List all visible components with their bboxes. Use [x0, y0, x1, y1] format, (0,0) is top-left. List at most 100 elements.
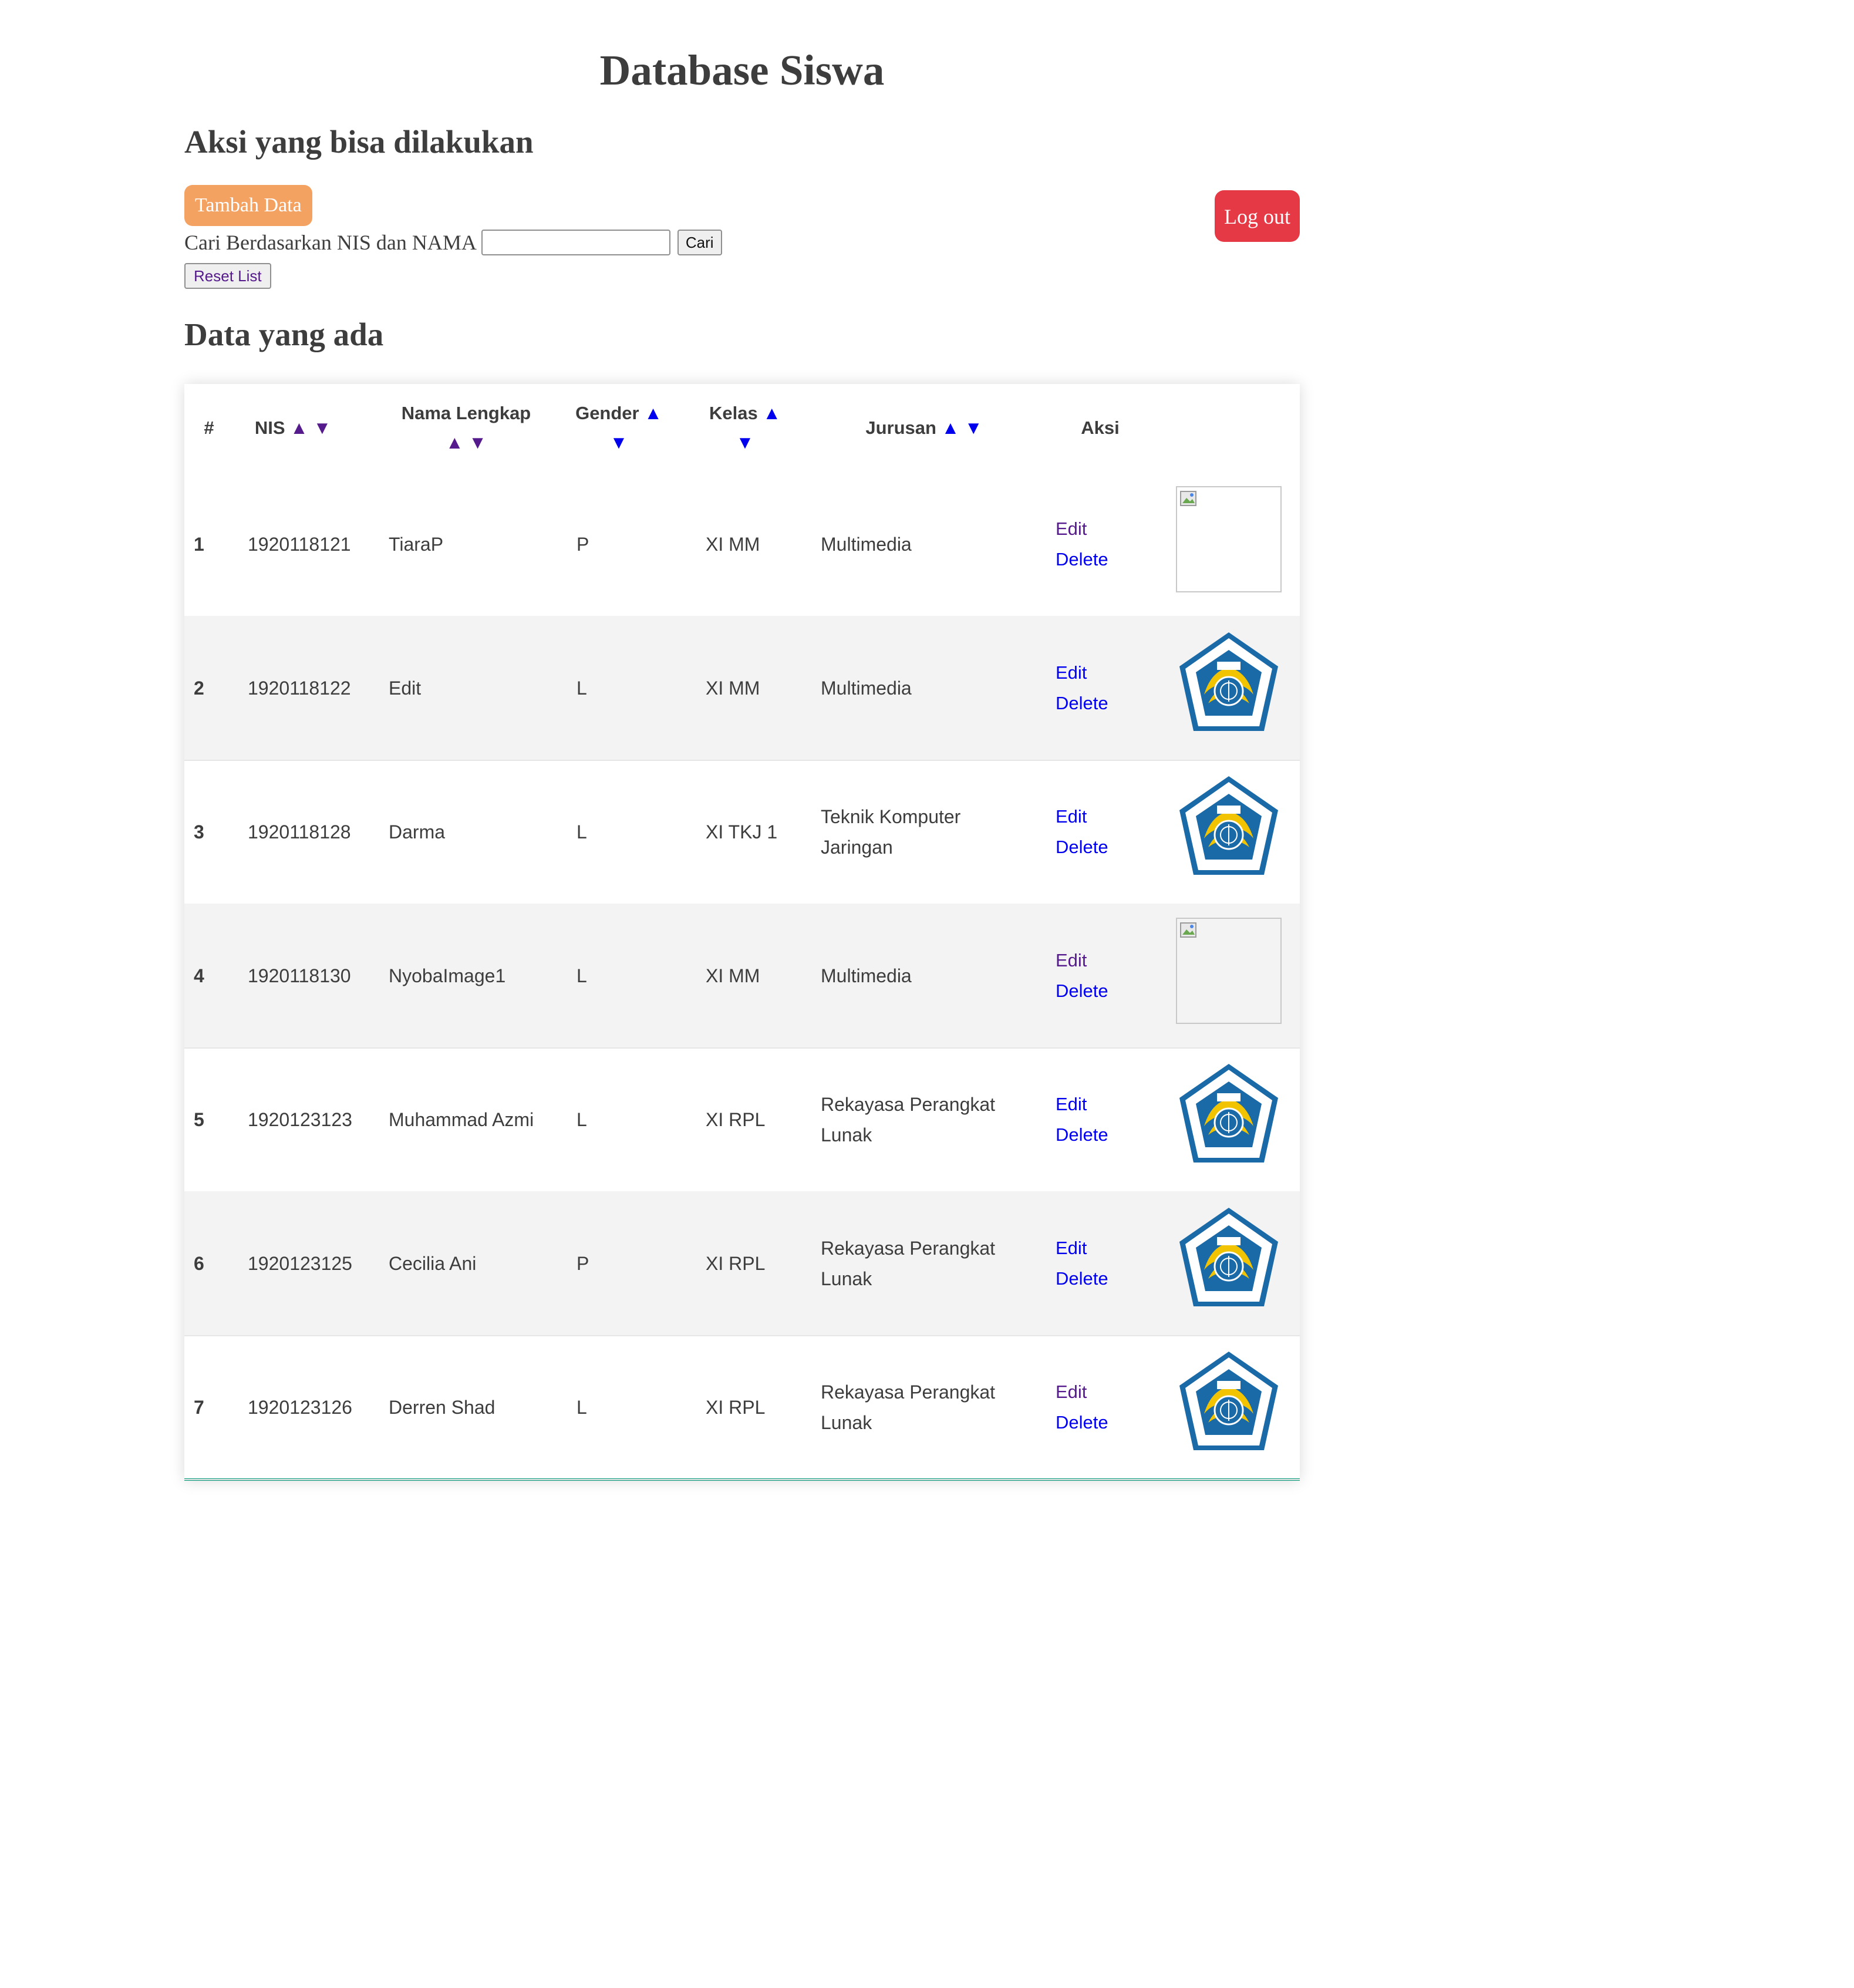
row-nis: 1920123125 [248, 1252, 352, 1274]
table-row: 5 1920123123 Muhammad Azmi L XI RPL Rekayasa … [184, 1047, 1300, 1192]
row-nama-cell: Muhammad Azmi [389, 1047, 565, 1191]
row-nama: Muhammad Azmi [389, 1108, 534, 1130]
row-jurusan-cell: Multimedia [821, 904, 1026, 1047]
data-heading: Data yang ada [184, 316, 384, 352]
header-nama: Nama Lengkap ▲ ▼ [384, 384, 548, 472]
table-row: 6 1920123125 Cecilia Ani P XI RPL Rekayasa Pe… [184, 1191, 1300, 1336]
add-data-button[interactable]: Tambah Data [184, 185, 312, 226]
header-aksi-label: Aksi [1081, 417, 1120, 438]
edit-link[interactable]: Edit [1056, 658, 1087, 688]
row-nis: 1920123123 [248, 1108, 352, 1130]
edit-link[interactable]: Edit [1056, 945, 1087, 976]
delete-link[interactable]: Delete [1056, 1120, 1108, 1150]
delete-link[interactable]: Delete [1056, 1407, 1108, 1438]
header-gender: Gender ▲ ▼ [560, 384, 677, 472]
row-nis-cell: 1920123126 [248, 1335, 377, 1479]
header-aksi: Aksi [1036, 384, 1165, 472]
row-kelas-cell: XI MM [706, 904, 817, 1047]
row-nama-cell: TiaraP [389, 472, 565, 616]
sort-nis-desc-icon[interactable]: ▼ [313, 417, 331, 438]
student-photo [1176, 918, 1282, 1024]
header-gender-label: Gender [575, 403, 639, 423]
row-number-cell: 6 [194, 1191, 229, 1335]
row-nis-cell: 1920123125 [248, 1191, 377, 1335]
row-number-cell: 4 [194, 904, 229, 1047]
search-input[interactable] [481, 230, 670, 255]
header-number: # [194, 384, 224, 472]
delete-link[interactable]: Delete [1056, 976, 1108, 1006]
delete-link[interactable]: Delete [1056, 544, 1108, 575]
sort-nis-asc-icon[interactable]: ▲ [290, 417, 308, 438]
row-kelas-cell: XI RPL [706, 1335, 817, 1479]
row-nis-cell: 1920118122 [248, 616, 377, 760]
header-kelas: Kelas ▲ ▼ [686, 384, 804, 472]
row-kelas-cell: XI MM [706, 472, 817, 616]
page: Database Siswa Aksi yang bisa dilakukan … [0, 0, 1854, 1988]
row-nis-cell: 1920118130 [248, 904, 377, 1047]
row-jurusan-cell: Teknik Komputer Jaringan [821, 760, 1026, 904]
row-kelas-cell: XI RPL [706, 1047, 817, 1191]
row-jurusan: Multimedia [821, 677, 912, 699]
edit-link[interactable]: Edit [1056, 514, 1087, 544]
school-logo [1179, 1352, 1278, 1450]
row-gender-cell: L [577, 1335, 682, 1479]
row-gender: P [577, 1252, 589, 1274]
row-actions: Edit Delete [1056, 1047, 1161, 1191]
row-jurusan: Rekayasa Perangkat Lunak [821, 1093, 996, 1145]
sort-kelas-asc-icon[interactable]: ▲ [763, 403, 781, 423]
row-jurusan: Rekayasa Perangkat Lunak [821, 1237, 996, 1289]
sort-jurusan-asc-icon[interactable]: ▲ [942, 417, 960, 438]
sort-nama-desc-icon[interactable]: ▼ [468, 432, 487, 453]
edit-link[interactable]: Edit [1056, 1377, 1087, 1407]
table-row: 1 1920118121 TiaraP P XI MM Multimedia Edit Del… [184, 472, 1300, 617]
row-actions: Edit Delete [1056, 904, 1161, 1047]
student-photo [1176, 1205, 1282, 1312]
sort-nama-asc-icon[interactable]: ▲ [446, 432, 464, 453]
search-button[interactable]: Cari [677, 230, 722, 255]
sort-jurusan-desc-icon[interactable]: ▼ [965, 417, 983, 438]
row-number-cell: 7 [194, 1335, 229, 1479]
sort-gender-asc-icon[interactable]: ▲ [644, 403, 662, 423]
delete-link[interactable]: Delete [1056, 688, 1108, 719]
row-jurusan-cell: Rekayasa Perangkat Lunak [821, 1191, 1026, 1335]
edit-link[interactable]: Edit [1056, 1233, 1087, 1263]
row-jurusan-cell: Rekayasa Perangkat Lunak [821, 1335, 1026, 1479]
broken-image-icon [1180, 491, 1196, 506]
sort-gender-desc-icon[interactable]: ▼ [610, 432, 628, 453]
edit-link[interactable]: Edit [1056, 1089, 1087, 1120]
logout-button[interactable]: Log out [1215, 190, 1300, 242]
row-nama-cell: Derren Shad [389, 1335, 565, 1479]
student-photo [1176, 486, 1282, 592]
school-logo [1179, 1064, 1278, 1163]
row-actions: Edit Delete [1056, 472, 1161, 616]
row-actions: Edit Delete [1056, 1191, 1161, 1335]
row-number: 2 [194, 677, 204, 699]
row-jurusan-cell: Rekayasa Perangkat Lunak [821, 1047, 1026, 1191]
row-nis-cell: 1920118128 [248, 760, 377, 904]
row-gender-cell: P [577, 472, 682, 616]
header-number-label: # [204, 417, 214, 438]
header-jurusan: Jurusan ▲ ▼ [818, 384, 1030, 472]
row-kelas: XI RPL [706, 1396, 766, 1418]
row-nis: 1920123126 [248, 1396, 352, 1418]
row-number: 1 [194, 533, 204, 555]
row-gender: L [577, 1108, 587, 1130]
row-nama: Derren Shad [389, 1396, 495, 1418]
row-nama-cell: NyobaImage1 [389, 904, 565, 1047]
edit-link[interactable]: Edit [1056, 801, 1087, 832]
student-photo [1176, 774, 1282, 880]
row-kelas: XI RPL [706, 1108, 766, 1130]
sort-kelas-desc-icon[interactable]: ▼ [736, 432, 754, 453]
row-nama-cell: Darma [389, 760, 565, 904]
row-jurusan: Multimedia [821, 965, 912, 986]
row-nis: 1920118128 [248, 821, 351, 843]
student-table: # NIS ▲ ▼ Nama Lengkap ▲ ▼ Gender ▲ ▼ Ke… [184, 384, 1300, 1481]
row-nis: 1920118130 [248, 965, 351, 986]
row-kelas: XI MM [706, 965, 760, 986]
delete-link[interactable]: Delete [1056, 1263, 1108, 1294]
row-nis: 1920118121 [248, 533, 351, 555]
row-nama-cell: Cecilia Ani [389, 1191, 565, 1335]
delete-link[interactable]: Delete [1056, 832, 1108, 862]
reset-list-button[interactable]: Reset List [184, 263, 271, 289]
student-photo [1176, 1349, 1282, 1455]
